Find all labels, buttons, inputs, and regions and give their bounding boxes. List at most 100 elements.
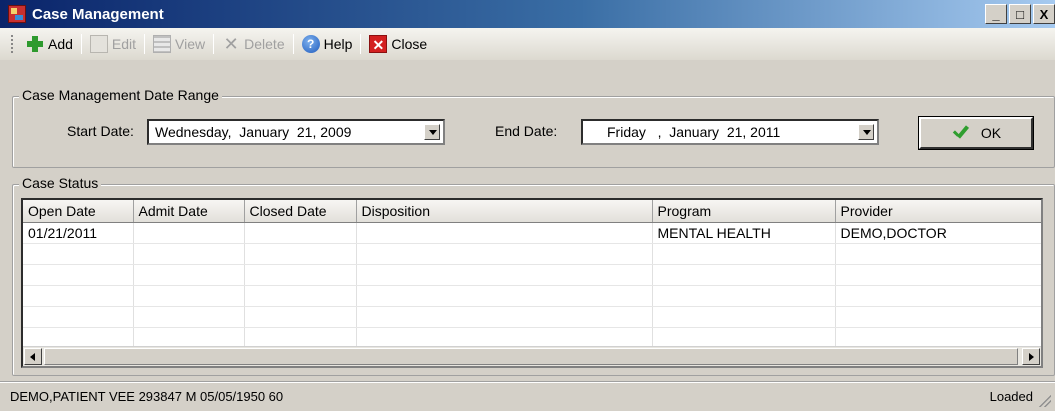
scroll-left-icon[interactable] [24, 348, 42, 365]
checkmark-icon [951, 124, 971, 142]
column-header-admit-date[interactable]: Admit Date [133, 200, 245, 223]
toolbar-separator [213, 34, 215, 54]
app-icon [8, 5, 26, 23]
add-button[interactable]: Add [20, 32, 79, 56]
cell-provider [835, 306, 1041, 328]
scrollbar-thumb[interactable] [44, 348, 1018, 365]
cell-admit-date [133, 327, 245, 349]
scroll-right-icon[interactable] [1022, 348, 1040, 365]
title-bar: Case Management _ □ X [0, 0, 1055, 28]
cell-disposition [356, 264, 653, 286]
table-row[interactable] [23, 264, 1041, 286]
toolbar-grip[interactable] [10, 34, 14, 54]
column-header-disposition[interactable]: Disposition [356, 200, 653, 223]
help-label: Help [323, 36, 353, 52]
cell-admit-date [133, 285, 245, 307]
cell-disposition [356, 327, 653, 349]
close-label: Close [391, 36, 428, 52]
cell-provider [835, 285, 1041, 307]
cell-closed-date [244, 243, 357, 265]
cell-open-date [23, 243, 134, 265]
cell-disposition [356, 306, 653, 328]
cell-provider [835, 243, 1041, 265]
horizontal-scrollbar[interactable] [23, 346, 1041, 366]
chevron-down-icon[interactable] [858, 124, 874, 140]
close-button[interactable]: ✕ Close [363, 32, 433, 56]
window-title: Case Management [32, 5, 164, 23]
edit-button[interactable]: Edit [84, 32, 142, 56]
cell-program [652, 306, 836, 328]
chevron-down-icon[interactable] [424, 124, 440, 140]
column-header-open-date[interactable]: Open Date [23, 200, 134, 223]
help-icon: ? [301, 35, 320, 53]
toolbar: Add Edit View ✕ Delete ? Help ✕ Close [0, 28, 1055, 60]
case-status-grid[interactable]: Open Date Admit Date Closed Date Disposi… [21, 198, 1043, 368]
date-range-group: Case Management Date Range Start Date: W… [12, 87, 1055, 168]
table-row[interactable] [23, 327, 1041, 349]
cell-closed-date [244, 222, 357, 244]
add-label: Add [48, 36, 73, 52]
cell-admit-date [133, 264, 245, 286]
cell-program [652, 264, 836, 286]
date-range-group-label: Case Management Date Range [19, 87, 222, 103]
end-date-value: Friday , January 21, 2011 [607, 124, 781, 140]
start-date-picker[interactable]: Wednesday, January 21, 2009 [147, 119, 445, 145]
cell-provider [835, 327, 1041, 349]
view-button[interactable]: View [147, 32, 211, 56]
x-icon: ✕ [223, 34, 239, 54]
toolbar-separator [360, 34, 362, 54]
minimize-button[interactable]: _ [985, 4, 1007, 24]
cell-closed-date [244, 264, 357, 286]
view-label: View [175, 36, 206, 52]
toolbar-separator [292, 34, 294, 54]
close-icon: ✕ [369, 35, 388, 53]
cell-program: MENTAL HEALTH [652, 222, 836, 244]
table-row[interactable] [23, 285, 1041, 307]
cell-program [652, 327, 836, 349]
end-date-picker[interactable]: Friday , January 21, 2011 [581, 119, 879, 145]
patient-info: DEMO,PATIENT VEE 293847 M 05/05/1950 60 [10, 389, 284, 404]
ok-button[interactable]: OK [918, 116, 1034, 150]
start-date-value: Wednesday, January 21, 2009 [155, 124, 352, 140]
column-header-provider[interactable]: Provider [835, 200, 1041, 223]
cell-closed-date [244, 306, 357, 328]
toolbar-separator [144, 34, 146, 54]
column-header-closed-date[interactable]: Closed Date [244, 200, 357, 223]
case-table: Open Date Admit Date Closed Date Disposi… [23, 200, 1041, 349]
cell-closed-date [244, 327, 357, 349]
cell-program [652, 243, 836, 265]
edit-icon [89, 35, 108, 53]
window-controls: _ □ X [985, 4, 1055, 24]
cell-disposition [356, 285, 653, 307]
cell-open-date [23, 327, 134, 349]
table-row[interactable] [23, 306, 1041, 328]
close-window-button[interactable]: X [1033, 4, 1055, 24]
load-status: Loaded [989, 389, 1033, 404]
cell-program [652, 285, 836, 307]
maximize-button[interactable]: □ [1009, 4, 1031, 24]
resize-grip-icon[interactable] [1039, 395, 1051, 407]
case-status-group: Case Status Open Date Admit Date Closed … [12, 175, 1055, 376]
column-header-program[interactable]: Program [652, 200, 836, 223]
end-date-label: End Date: [495, 123, 558, 139]
start-date-label: Start Date: [67, 123, 134, 139]
cell-open-date [23, 306, 134, 328]
table-header-row: Open Date Admit Date Closed Date Disposi… [23, 200, 1041, 223]
delete-button[interactable]: ✕ Delete [216, 32, 290, 56]
delete-label: Delete [244, 36, 285, 52]
ok-label: OK [980, 125, 1002, 141]
table-row[interactable]: 01/21/2011 MENTAL HEALTH DEMO,DOCTOR [23, 222, 1041, 244]
cell-open-date [23, 285, 134, 307]
plus-icon [26, 35, 44, 53]
cell-provider [835, 264, 1041, 286]
status-bar: DEMO,PATIENT VEE 293847 M 05/05/1950 60 … [0, 381, 1055, 411]
cell-admit-date [133, 222, 245, 244]
cell-admit-date [133, 306, 245, 328]
cell-open-date: 01/21/2011 [23, 222, 134, 244]
edit-label: Edit [111, 36, 137, 52]
cell-disposition [356, 243, 653, 265]
help-button[interactable]: ? Help [296, 32, 359, 56]
table-row[interactable] [23, 243, 1041, 265]
cell-provider: DEMO,DOCTOR [835, 222, 1041, 244]
case-status-group-label: Case Status [19, 175, 102, 191]
